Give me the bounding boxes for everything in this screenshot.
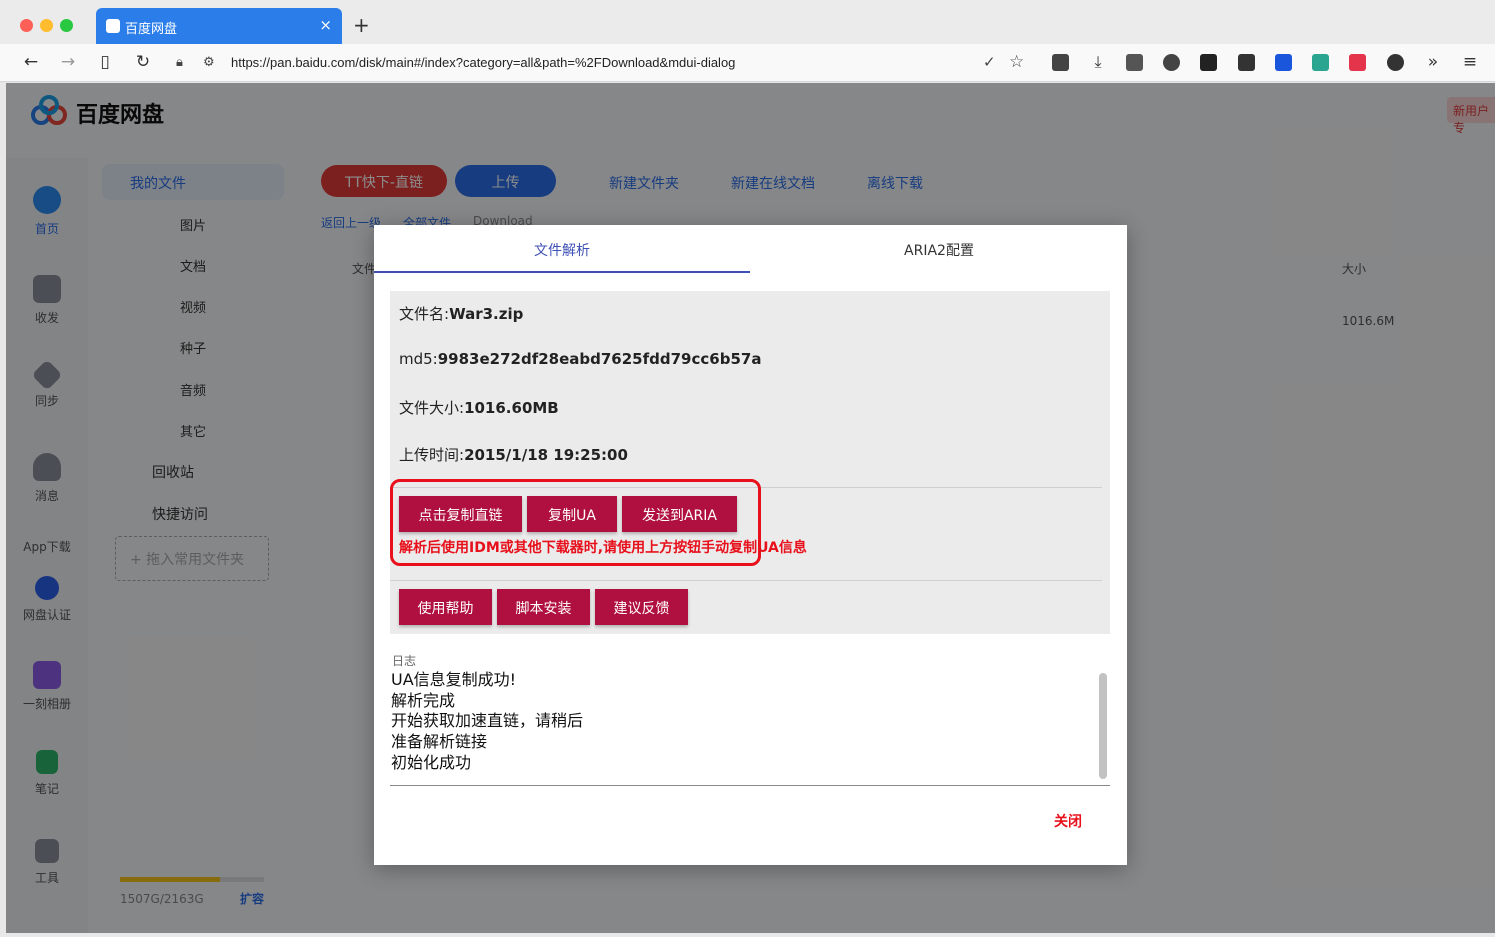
- log-label: 日志: [392, 654, 417, 668]
- dialog-tabs: 文件解析 ARIA2配置: [374, 225, 1127, 273]
- help-label: 使用帮助: [417, 601, 474, 617]
- overflow-chevrons-icon[interactable]: »: [1422, 52, 1444, 72]
- lock-icon: 🔒︎: [176, 55, 183, 70]
- maximize-window-icon[interactable]: [60, 19, 73, 32]
- log-line: 初始化成功: [391, 752, 472, 772]
- send-to-aria-button[interactable]: 发送到ARIA: [622, 496, 737, 532]
- log-line: 开始获取加速直链，请稍后: [391, 711, 584, 731]
- close-window-icon[interactable]: [20, 19, 33, 32]
- filesize-value: 1016.60MB: [464, 399, 559, 417]
- feedback-button[interactable]: 建议反馈: [595, 589, 688, 625]
- tab-file-parse[interactable]: 文件解析: [374, 225, 750, 273]
- browser-tabbar: 百度网盘 × +: [0, 0, 1495, 44]
- bitwarden-icon[interactable]: [1275, 54, 1292, 71]
- copy-direct-link-label: 点击复制直链: [418, 508, 503, 524]
- puzzle-extension-icon[interactable]: [1238, 54, 1255, 71]
- download-icon[interactable]: ⤓: [1087, 52, 1109, 72]
- filename-label: 文件名:: [399, 305, 450, 323]
- log-line: UA信息复制成功!: [391, 670, 517, 689]
- tab-label: ARIA2配置: [904, 243, 974, 259]
- file-info-panel: 文件名:War3.zip md5:9983e272df28eabd7625fdd…: [390, 291, 1110, 634]
- panda-extension-icon[interactable]: [1387, 54, 1404, 71]
- url-bar[interactable]: 🔒︎ ⚙ https://pan.baidu.com/disk/main#/in…: [166, 48, 1036, 78]
- close-dialog-button[interactable]: 关闭: [1054, 811, 1082, 831]
- browser-navbar: ← → ▯ ↻ 🔒︎ ⚙ https://pan.baidu.com/disk/…: [0, 44, 1495, 82]
- md5-row: md5:9983e272df28eabd7625fdd79cc6b57a: [399, 350, 761, 368]
- divider: [390, 580, 1102, 581]
- glasses-extension-icon[interactable]: [1200, 54, 1217, 71]
- copy-ua-label: 复制UA: [548, 508, 596, 524]
- forward-icon[interactable]: →: [57, 52, 79, 72]
- sidebar-toggle-icon[interactable]: ▯: [94, 52, 116, 72]
- script-install-label: 脚本安装: [515, 601, 572, 617]
- menu-icon[interactable]: ≡: [1459, 52, 1481, 72]
- save-extension-icon[interactable]: [1312, 54, 1329, 71]
- pocket-icon[interactable]: [1349, 54, 1366, 71]
- upload-time-row: 上传时间:2015/1/18 19:25:00: [399, 444, 628, 465]
- help-button[interactable]: 使用帮助: [399, 589, 492, 625]
- filename-row: 文件名:War3.zip: [399, 303, 523, 324]
- back-icon[interactable]: ←: [20, 52, 42, 72]
- send-to-aria-label: 发送到ARIA: [641, 508, 717, 524]
- filesize-label: 文件大小:: [399, 399, 465, 417]
- feedback-label: 建议反馈: [613, 601, 670, 617]
- baidu-pan-favicon-icon: [106, 19, 120, 33]
- tab-title: 百度网盘: [125, 22, 178, 37]
- tab-label: 文件解析: [534, 243, 590, 259]
- check-icon[interactable]: ✓: [983, 53, 996, 71]
- new-tab-icon[interactable]: +: [353, 13, 370, 37]
- minimize-window-icon[interactable]: [40, 19, 53, 32]
- ua-warning-text: 解析后使用IDM或其他下载器时,请使用上方按钮手动复制UA信息: [399, 540, 807, 556]
- log-line: 准备解析链接: [391, 732, 488, 752]
- rocket-icon[interactable]: [1163, 54, 1180, 71]
- copy-direct-link-button[interactable]: 点击复制直链: [399, 496, 522, 532]
- file-parse-dialog: 文件解析 ARIA2配置 文件名:War3.zip md5:9983e272df…: [374, 225, 1127, 865]
- reload-icon[interactable]: ↻: [132, 52, 154, 72]
- script-install-button[interactable]: 脚本安装: [497, 589, 590, 625]
- camera-icon[interactable]: [1126, 54, 1143, 71]
- filename-value: War3.zip: [449, 305, 524, 323]
- bookmark-star-icon[interactable]: ☆: [1009, 52, 1024, 72]
- md5-label: md5:: [399, 350, 438, 368]
- log-scrollbar[interactable]: [1099, 673, 1107, 779]
- browser-tab[interactable]: 百度网盘 ×: [96, 8, 342, 44]
- url-text[interactable]: https://pan.baidu.com/disk/main#/index?c…: [231, 55, 735, 70]
- tab-aria2-config[interactable]: ARIA2配置: [751, 225, 1127, 273]
- filesize-row: 文件大小:1016.60MB: [399, 397, 559, 418]
- upload-time-value: 2015/1/18 19:25:00: [464, 446, 628, 464]
- tab-close-icon[interactable]: ×: [319, 16, 332, 34]
- md5-value: 9983e272df28eabd7625fdd79cc6b57a: [437, 350, 762, 368]
- copy-ua-button[interactable]: 复制UA: [527, 496, 617, 532]
- log-line: 解析完成: [391, 690, 456, 710]
- permissions-icon[interactable]: ⚙: [203, 55, 215, 70]
- log-textarea[interactable]: UA信息复制成功! 解析完成 开始获取加速直链，请稍后 准备解析链接 初始化成功: [390, 670, 1110, 786]
- undo-extension-icon[interactable]: [1052, 54, 1069, 71]
- upload-time-label: 上传时间:: [399, 446, 465, 464]
